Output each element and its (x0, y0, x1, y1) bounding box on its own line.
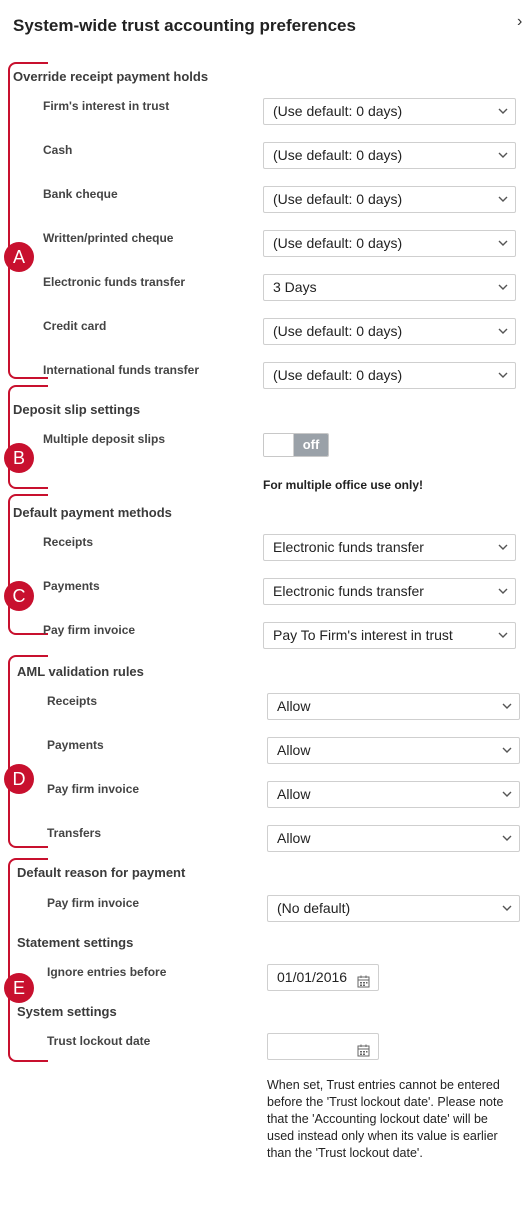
aml-label-receipts: Receipts (47, 694, 98, 708)
section-system-heading: System settings (17, 1004, 117, 1019)
close-icon[interactable]: › (517, 12, 527, 32)
ignore-entries-before-date[interactable]: 01/01/2016 (267, 964, 379, 991)
calendar-icon[interactable] (357, 971, 370, 996)
chevron-down-icon (502, 903, 512, 912)
payment-method-label-payments: Payments (43, 579, 100, 593)
hold-label-bank-cheque: Bank cheque (43, 187, 118, 201)
toggle-knob (264, 434, 294, 456)
reason-select-pay-firm-invoice[interactable]: (No default) (267, 895, 520, 922)
section-payment-methods-heading: Default payment methods (13, 505, 172, 520)
annotation-badge-e: E (4, 973, 34, 1003)
chevron-down-icon (498, 282, 508, 291)
section-override-holds-heading: Override receipt payment holds (13, 69, 209, 84)
calendar-icon[interactable] (357, 1040, 370, 1065)
aml-select-pay-firm-invoice[interactable]: Allow (267, 781, 520, 808)
hold-select-firms-interest[interactable]: (Use default: 0 days) (263, 98, 516, 125)
hold-select-cash[interactable]: (Use default: 0 days) (263, 142, 516, 169)
dialog-title: System-wide trust accounting preferences (13, 16, 356, 35)
annotation-badge-d: D (4, 764, 34, 794)
multiple-deposit-slips-label: Multiple deposit slips (43, 432, 166, 446)
hold-select-bank-cheque[interactable]: (Use default: 0 days) (263, 186, 516, 213)
chevron-down-icon (498, 370, 508, 379)
aml-select-payments[interactable]: Allow (267, 737, 520, 764)
hold-select-eft[interactable]: 3 Days (263, 274, 516, 301)
chevron-down-icon (498, 106, 508, 115)
annotation-badge-a: A (4, 242, 34, 272)
chevron-down-icon (498, 542, 508, 551)
section-deposit-slip-heading: Deposit slip settings (13, 402, 141, 417)
hold-select-written-cheque[interactable]: (Use default: 0 days) (263, 230, 516, 257)
chevron-down-icon (502, 833, 512, 842)
aml-label-payments: Payments (47, 738, 104, 752)
section-reason-heading: Default reason for payment (17, 865, 186, 880)
chevron-down-icon (498, 238, 508, 247)
chevron-down-icon (498, 586, 508, 595)
multiple-deposit-slips-toggle[interactable]: off (263, 433, 329, 457)
aml-label-transfers: Transfers (47, 826, 102, 840)
ignore-entries-before-label: Ignore entries before (47, 965, 167, 979)
aml-select-receipts[interactable]: Allow (267, 693, 520, 720)
chevron-down-icon (498, 630, 508, 639)
payment-method-label-pay-firm-invoice: Pay firm invoice (43, 623, 136, 637)
chevron-down-icon (502, 701, 512, 710)
payment-method-select-payments[interactable]: Electronic funds transfer (263, 578, 516, 605)
hold-label-written-cheque: Written/printed cheque (43, 231, 174, 245)
payment-method-select-pay-firm-invoice[interactable]: Pay To Firm's interest in trust (263, 622, 516, 649)
hold-select-credit-card[interactable]: (Use default: 0 days) (263, 318, 516, 345)
reason-label-pay-firm-invoice: Pay firm invoice (47, 896, 140, 910)
payment-method-select-receipts[interactable]: Electronic funds transfer (263, 534, 516, 561)
trust-preferences-panel: { "dialog": { "title": "System-wide trus… (0, 0, 527, 1208)
chevron-down-icon (502, 745, 512, 754)
hold-label-firms-interest: Firm's interest in trust (43, 99, 170, 113)
multiple-office-note: For multiple office use only! (263, 478, 424, 492)
toggle-state-label: off (294, 434, 328, 456)
hold-label-credit-card: Credit card (43, 319, 107, 333)
annotation-bracket-a (8, 62, 48, 379)
hold-label-cash: Cash (43, 143, 73, 157)
payment-method-label-receipts: Receipts (43, 535, 94, 549)
hold-label-eft: Electronic funds transfer (43, 275, 186, 289)
hold-label-international: International funds transfer (43, 363, 200, 377)
chevron-down-icon (498, 326, 508, 335)
trust-lockout-note: When set, Trust entries cannot be entere… (267, 1078, 504, 1160)
annotation-bracket-b (8, 385, 48, 489)
annotation-badge-c: C (4, 581, 34, 611)
annotation-bracket-e (8, 858, 48, 1062)
trust-lockout-date-input[interactable] (267, 1033, 379, 1060)
chevron-down-icon (498, 194, 508, 203)
section-statement-heading: Statement settings (17, 935, 134, 950)
section-aml-heading: AML validation rules (17, 664, 144, 679)
chevron-down-icon (498, 150, 508, 159)
annotation-bracket-d (8, 655, 48, 848)
hold-select-international[interactable]: (Use default: 0 days) (263, 362, 516, 389)
annotation-badge-b: B (4, 443, 34, 473)
aml-label-pay-firm-invoice: Pay firm invoice (47, 782, 140, 796)
chevron-down-icon (502, 789, 512, 798)
trust-lockout-date-label: Trust lockout date (47, 1034, 151, 1048)
aml-select-transfers[interactable]: Allow (267, 825, 520, 852)
